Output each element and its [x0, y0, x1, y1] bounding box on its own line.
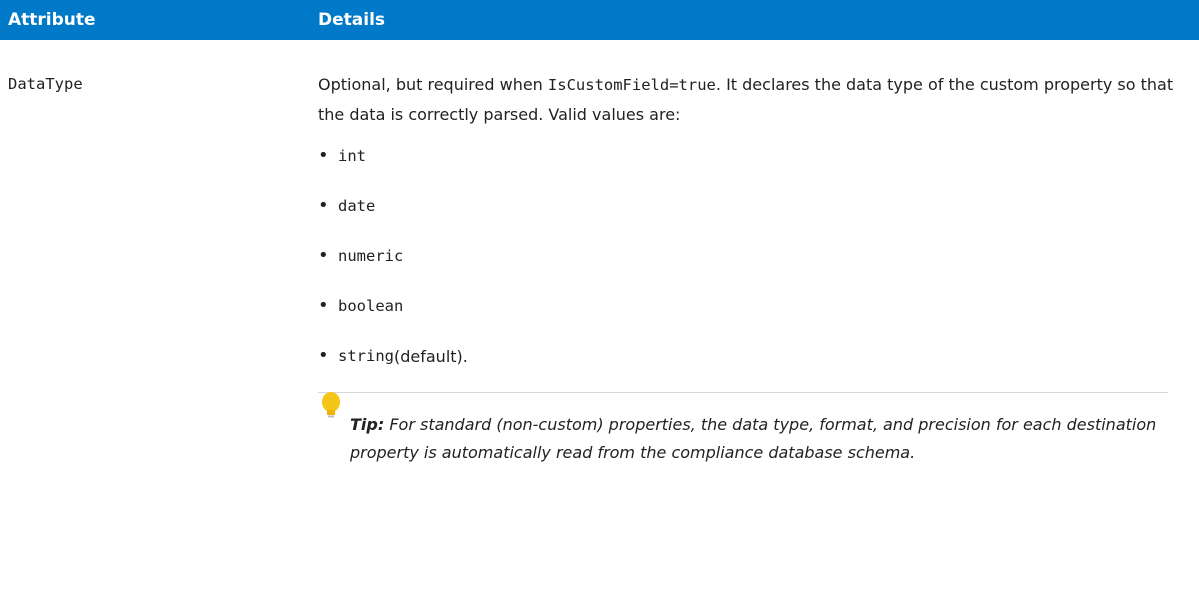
table-row: DataType Optional, but required when IsC…	[0, 40, 1199, 467]
bullet-icon: •	[318, 345, 329, 366]
details-description: Optional, but required when IsCustomFiel…	[318, 70, 1178, 130]
attribute-name: DataType	[8, 75, 83, 93]
value-suffix: (default).	[394, 346, 468, 366]
bullet-icon: •	[318, 145, 329, 166]
value-code: string	[338, 347, 394, 365]
lightbulb-icon	[322, 392, 340, 418]
bullet-icon: •	[318, 245, 329, 266]
list-item: • string (default).	[318, 342, 1178, 370]
value-code: date	[338, 197, 376, 215]
details-part1: Optional, but required when	[318, 75, 548, 94]
bullet-icon: •	[318, 195, 329, 216]
attribute-table: Attribute Details DataType Optional, but…	[0, 0, 1199, 467]
value-code: boolean	[338, 297, 404, 315]
valid-values-list: • int • date • numeric • boolean • strin…	[318, 142, 1178, 370]
header-details: Details	[318, 10, 386, 30]
list-item: • int	[318, 142, 1178, 170]
details-code: IsCustomField=true	[547, 76, 716, 94]
list-item: • date	[318, 192, 1178, 220]
tip-text: For standard (non-custom) properties, th…	[350, 415, 1157, 462]
details-cell: Optional, but required when IsCustomFiel…	[318, 40, 1178, 467]
attribute-cell: DataType	[0, 40, 318, 467]
value-code: numeric	[338, 247, 404, 265]
list-item: • boolean	[318, 292, 1178, 320]
header-attribute: Attribute	[8, 10, 96, 30]
bullet-icon: •	[318, 295, 329, 316]
list-item: • numeric	[318, 242, 1178, 270]
value-code: int	[338, 147, 366, 165]
tip-note: Tip: For standard (non-custom) propertie…	[318, 392, 1168, 467]
tip-label: Tip:	[350, 415, 385, 434]
table-header: Attribute Details	[0, 0, 1199, 40]
